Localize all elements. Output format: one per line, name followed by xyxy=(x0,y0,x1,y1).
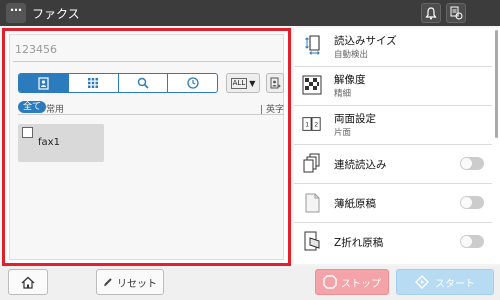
tab-history[interactable] xyxy=(168,74,217,92)
address-register-icon xyxy=(270,77,280,88)
stop-button[interactable]: ストップ xyxy=(315,269,389,295)
index-dropdown-label: ALL xyxy=(230,77,248,89)
bottom-bar: リセット ストップ スタート xyxy=(0,266,500,300)
thin-paper-icon xyxy=(305,193,320,213)
svg-text:2: 2 xyxy=(314,122,318,129)
bell-icon[interactable] xyxy=(421,3,441,23)
scan-size-icon xyxy=(305,35,320,55)
setting-thin-paper[interactable]: 薄紙原稿 xyxy=(294,184,492,222)
page-title: ファクス xyxy=(32,6,80,21)
z-folded-title: Z折れ原稿 xyxy=(334,237,384,249)
search-icon xyxy=(137,77,149,89)
scan-size-title: 読込みサイズ xyxy=(334,35,397,47)
svg-text:1: 1 xyxy=(305,122,309,129)
home-icon xyxy=(21,276,35,289)
filter-common[interactable]: 常用 xyxy=(46,102,64,115)
index-dropdown[interactable]: ALL ▼ xyxy=(226,73,260,93)
tab-search[interactable] xyxy=(119,74,169,92)
address-book-icon xyxy=(38,76,49,90)
eraser-icon xyxy=(104,278,112,287)
resolution-value: 精細 xyxy=(334,89,352,99)
job-status-icon[interactable] xyxy=(446,3,466,23)
setting-duplex[interactable]: 1 2 両面設定 片面 xyxy=(294,106,492,144)
settings-scrollbar[interactable] xyxy=(495,30,498,138)
thin-paper-title: 薄紙原稿 xyxy=(334,198,376,210)
duplex-icon: 1 2 xyxy=(302,117,321,131)
index-filter-row: 全て 常用 | 英字 xyxy=(18,101,284,115)
duplex-value: 片面 xyxy=(334,128,352,138)
z-fold-icon xyxy=(304,231,320,251)
destination-card[interactable]: fax1 xyxy=(18,124,104,162)
setting-scan-size[interactable]: 読込みサイズ 自動検出 xyxy=(294,28,492,66)
duplex-title: 両面設定 xyxy=(334,113,376,125)
setting-resolution[interactable]: 解像度 精細 xyxy=(294,67,492,105)
tab-direct-input[interactable] xyxy=(69,74,119,92)
filter-all-chip[interactable]: 全て xyxy=(18,101,47,113)
destination-checkbox[interactable] xyxy=(22,127,33,138)
home-button[interactable] xyxy=(8,269,48,295)
filter-alpha[interactable]: | 英字 xyxy=(260,102,284,115)
start-label: スタート xyxy=(435,278,475,290)
keypad-icon xyxy=(88,78,99,88)
stop-icon xyxy=(323,275,337,289)
clock-icon xyxy=(186,77,199,89)
stop-label: ストップ xyxy=(341,278,381,290)
menu-icon[interactable]: ⋯ xyxy=(6,3,26,23)
setting-continuous-scan[interactable]: 連続読込み xyxy=(294,145,492,183)
start-button[interactable]: スタート xyxy=(396,269,494,295)
destination-name: fax1 xyxy=(38,137,60,148)
continuous-scan-icon xyxy=(303,153,320,173)
title-bar: ⋯ ファクス xyxy=(0,0,500,26)
thin-paper-toggle[interactable] xyxy=(460,196,484,209)
start-icon xyxy=(415,275,429,289)
setting-z-folded[interactable]: Z折れ原稿 xyxy=(294,223,492,261)
settings-panel: 読込みサイズ 自動検出 解像度 精細 1 2 両面設定 片面 連続読込み 薄紙原… xyxy=(294,28,500,264)
destination-tabs xyxy=(18,73,218,93)
continuous-scan-title: 連続読込み xyxy=(334,159,387,171)
destination-input[interactable]: 123456 xyxy=(13,37,281,62)
resolution-title: 解像度 xyxy=(334,74,366,86)
scan-size-value: 自動検出 xyxy=(334,50,369,60)
register-destination-button[interactable] xyxy=(266,73,284,93)
destination-panel: 123456 ALL ▼ 全て 常用 | 英字 fax1 xyxy=(2,28,291,266)
z-folded-toggle[interactable] xyxy=(460,235,484,248)
resolution-icon xyxy=(302,75,322,95)
triangle-down-icon: ▼ xyxy=(249,78,256,88)
destination-area: 123456 ALL ▼ 全て 常用 | 英字 fax1 xyxy=(9,34,284,260)
reset-button[interactable]: リセット xyxy=(96,269,164,295)
continuous-scan-toggle[interactable] xyxy=(460,157,484,170)
tab-address-book[interactable] xyxy=(19,74,69,92)
reset-label: リセット xyxy=(117,278,157,290)
